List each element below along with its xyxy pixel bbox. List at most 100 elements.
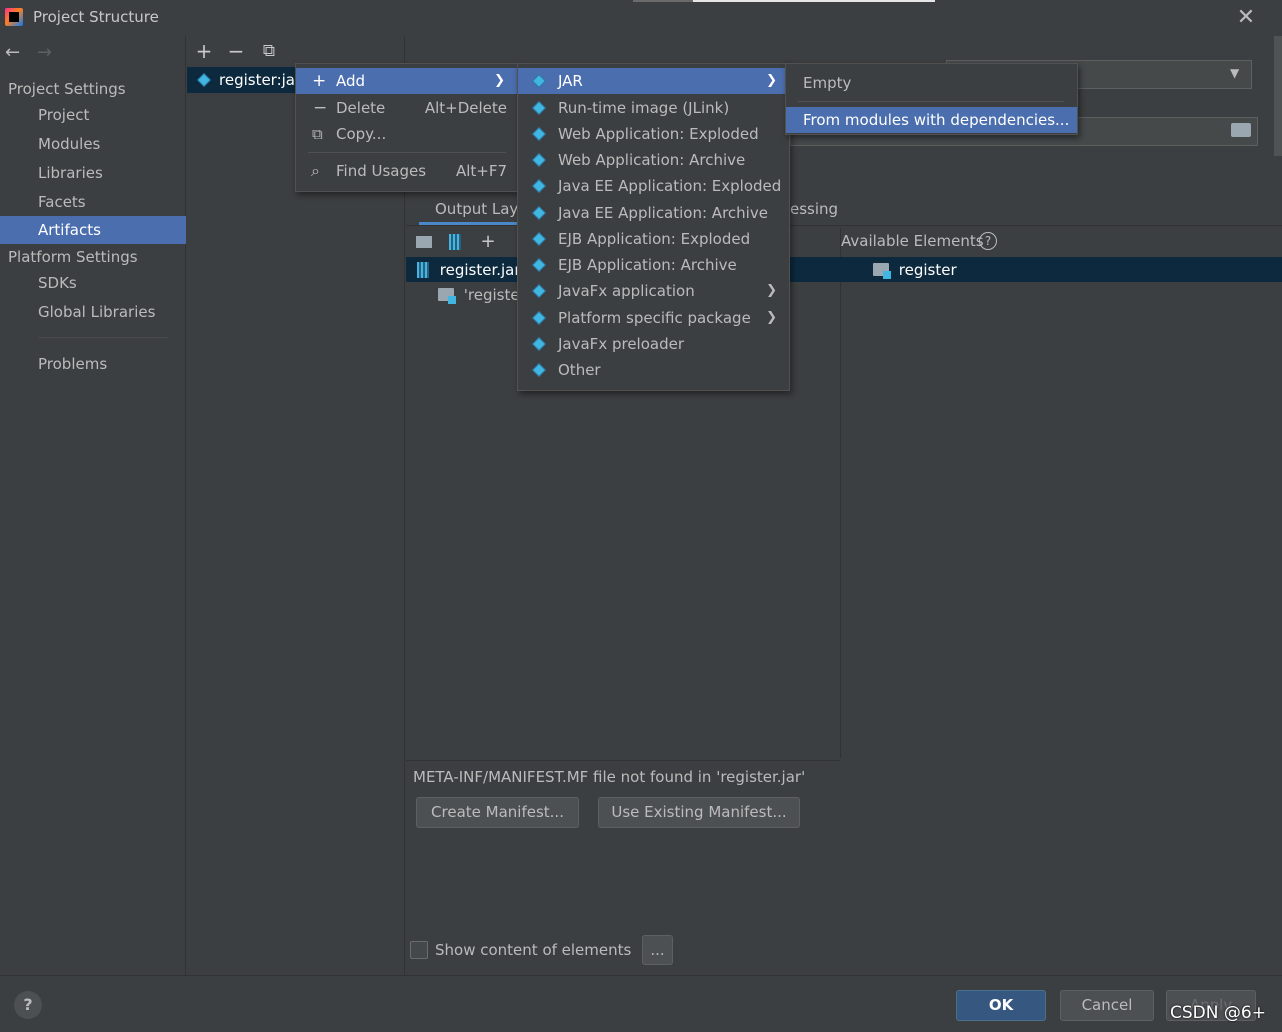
submenu-item-from-modules[interactable]: From modules with dependencies...	[786, 107, 1077, 133]
web-artifact-icon	[532, 127, 546, 141]
available-tree-item[interactable]: register	[873, 261, 957, 279]
menu-item-label: Copy...	[336, 125, 387, 143]
add-copy-of-icon[interactable]: +	[478, 232, 498, 252]
submenu-item-javafx-application[interactable]: JavaFx application ❯	[518, 278, 789, 304]
submenu-item-other[interactable]: Other	[518, 357, 789, 383]
menu-item-label: Java EE Application: Archive	[558, 204, 768, 222]
submenu-item-empty[interactable]: Empty	[786, 70, 1077, 96]
menu-item-delete[interactable]: − Delete Alt+Delete	[296, 95, 517, 121]
nav-item-problems[interactable]: Problems	[0, 350, 186, 378]
create-archive-icon[interactable]	[445, 232, 465, 252]
show-content-label: Show content of elements	[435, 941, 632, 959]
submenu-item-ejb-exploded[interactable]: EJB Application: Exploded	[518, 226, 789, 252]
module-folder-icon	[873, 263, 891, 279]
menu-item-label: EJB Application: Exploded	[558, 230, 751, 248]
menu-item-label: Empty	[803, 74, 852, 92]
menu-item-label: From modules with dependencies...	[803, 111, 1070, 129]
menu-item-copy[interactable]: ⧉ Copy...	[296, 121, 517, 147]
menu-item-label: JavaFx application	[558, 282, 695, 300]
tab-output-layout[interactable]: Output Layo	[435, 200, 527, 218]
output-tree-item[interactable]: register.jar	[417, 261, 521, 279]
tree-splitter[interactable]	[840, 228, 841, 758]
menu-item-label: Add	[336, 72, 366, 90]
menu-item-label: Web Application: Archive	[558, 151, 746, 169]
submenu-item-javafx-preloader[interactable]: JavaFx preloader	[518, 331, 789, 357]
shortcut-label: Alt+Delete	[424, 99, 507, 117]
menu-item-label: Platform specific package	[558, 309, 751, 327]
menu-item-add[interactable]: + Add ❯	[296, 68, 517, 94]
submenu-item-platform-package[interactable]: Platform specific package ❯	[518, 305, 789, 331]
menu-item-label: JavaFx preloader	[558, 335, 684, 353]
javaee-artifact-icon	[532, 206, 546, 220]
artifact-icon	[532, 311, 546, 325]
shortcut-label: Alt+F7	[455, 162, 507, 180]
submenu-item-ejb-archive[interactable]: EJB Application: Archive	[518, 252, 789, 278]
module-output-icon	[438, 288, 456, 304]
artifact-icon	[532, 284, 546, 298]
menu-item-find-usages[interactable]: ⌕ Find Usages Alt+F7	[296, 158, 517, 184]
create-manifest-button[interactable]: Create Manifest...	[416, 797, 579, 828]
help-button[interactable]: ?	[14, 991, 42, 1019]
nav-item-artifacts[interactable]: Artifacts	[0, 216, 186, 244]
show-content-checkbox[interactable]	[410, 941, 428, 959]
cancel-button[interactable]: Cancel	[1060, 990, 1154, 1021]
menu-item-label: Delete	[336, 99, 386, 117]
use-existing-manifest-button[interactable]: Use Existing Manifest...	[598, 797, 800, 828]
submenu-item-web-archive[interactable]: Web Application: Archive	[518, 147, 789, 173]
submenu-item-runtime-image[interactable]: Run-time image (JLink)	[518, 95, 789, 121]
menu-item-label: EJB Application: Archive	[558, 256, 737, 274]
new-directory-icon[interactable]	[414, 232, 434, 252]
add-icon[interactable]: +	[193, 40, 215, 62]
back-arrow-icon[interactable]: ←	[5, 42, 20, 63]
nav-item-project[interactable]: Project	[0, 101, 186, 129]
plus-icon: +	[312, 71, 327, 91]
menu-item-label: Java EE Application: Exploded	[558, 177, 782, 195]
menu-item-label: Run-time image (JLink)	[558, 99, 730, 117]
output-tree-item[interactable]: 'register	[438, 286, 526, 304]
artifact-context-menu: + Add ❯ − Delete Alt+Delete ⧉ Copy... ⌕ …	[295, 63, 518, 192]
intellij-logo-icon	[5, 8, 23, 26]
chevron-down-icon[interactable]: ▼	[1230, 66, 1239, 80]
web-artifact-icon	[532, 153, 546, 167]
project-settings-header: Project Settings	[8, 80, 126, 98]
title-bar	[0, 0, 1282, 36]
help-icon[interactable]: ?	[979, 232, 997, 250]
watermark: CSDN @6+	[1170, 1003, 1266, 1023]
platform-settings-header: Platform Settings	[8, 248, 138, 266]
chevron-right-icon: ❯	[494, 73, 505, 88]
available-elements-label: Available Elements	[841, 232, 984, 250]
chevron-right-icon: ❯	[766, 73, 777, 88]
close-icon[interactable]: ✕	[1234, 6, 1258, 30]
forward-arrow-icon[interactable]: →	[37, 42, 52, 63]
show-content-options-button[interactable]: ...	[642, 935, 673, 965]
artifact-icon	[197, 73, 211, 87]
submenu-item-javaee-archive[interactable]: Java EE Application: Archive	[518, 200, 789, 226]
nav-item-facets[interactable]: Facets	[0, 188, 186, 216]
add-artifact-submenu: JAR ❯ Run-time image (JLink) Web Applica…	[517, 63, 790, 391]
nav-divider	[38, 337, 168, 338]
manifest-message: META-INF/MANIFEST.MF file not found in '…	[413, 768, 806, 786]
nav-item-modules[interactable]: Modules	[0, 130, 186, 158]
copy-icon[interactable]: ⧉	[258, 40, 280, 62]
menu-separator	[308, 152, 506, 153]
ok-button[interactable]: OK	[956, 990, 1046, 1021]
submenu-item-jar[interactable]: JAR ❯	[518, 68, 789, 94]
nav-item-global-libraries[interactable]: Global Libraries	[0, 298, 186, 326]
nav-item-libraries[interactable]: Libraries	[0, 159, 186, 187]
remove-icon[interactable]: −	[225, 40, 247, 62]
copy-icon: ⧉	[312, 125, 323, 143]
menu-item-label: Web Application: Exploded	[558, 125, 759, 143]
nav-item-sdks[interactable]: SDKs	[0, 269, 186, 297]
tab-post-processing[interactable]: essing	[790, 200, 838, 218]
background-window-strip	[693, 0, 935, 2]
search-icon: ⌕	[311, 161, 320, 180]
scrollbar[interactable]	[1274, 36, 1282, 156]
manifest-divider	[406, 760, 840, 761]
jar-artifact-icon	[532, 74, 546, 88]
menu-item-label: Find Usages	[336, 162, 427, 180]
available-tree-label: register	[898, 261, 957, 279]
artifact-label: register:jar	[219, 71, 302, 89]
submenu-item-web-exploded[interactable]: Web Application: Exploded	[518, 121, 789, 147]
submenu-item-javaee-exploded[interactable]: Java EE Application: Exploded	[518, 173, 789, 199]
folder-browse-icon[interactable]	[1231, 123, 1251, 137]
